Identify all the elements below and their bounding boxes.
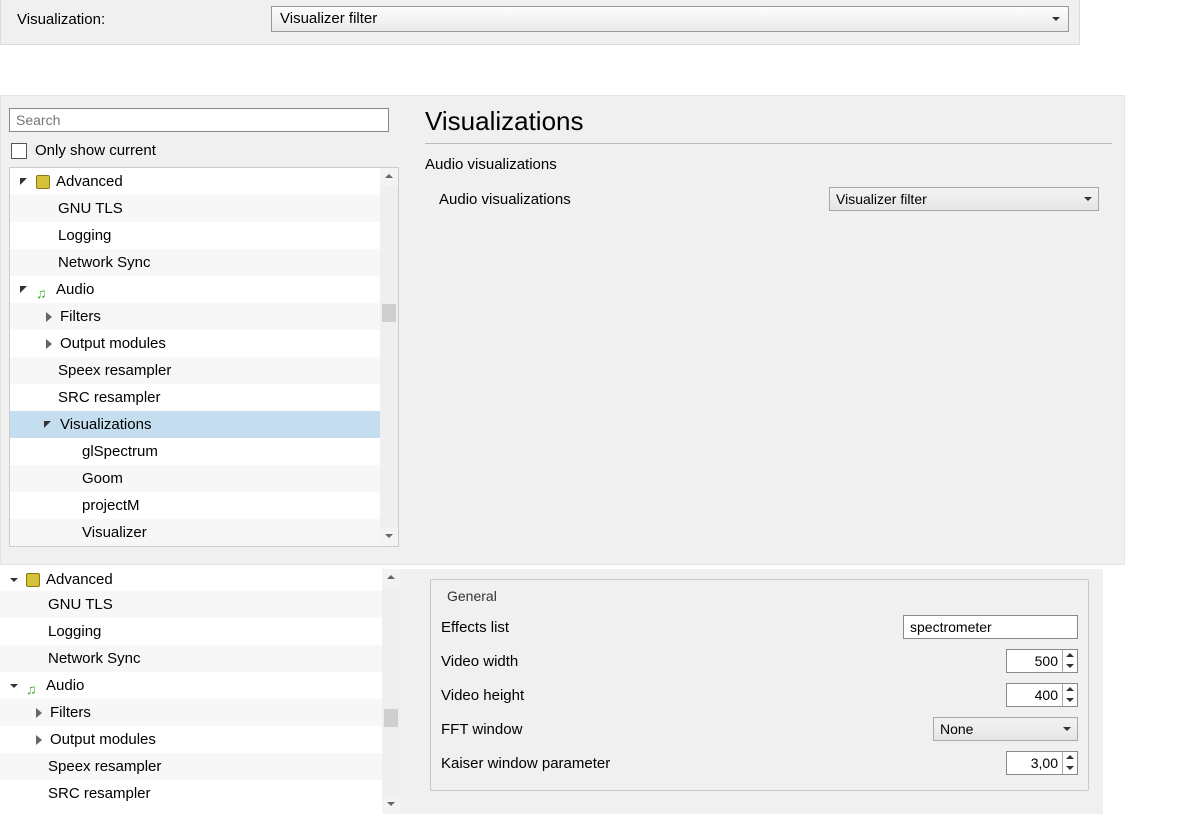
category-tree: Advanced GNU TLS Logging Network Sync Au… <box>9 167 399 547</box>
kaiser-label: Kaiser window parameter <box>441 755 1006 772</box>
tree-item-network-sync[interactable]: Network Sync <box>0 645 382 672</box>
chevron-down-icon <box>20 176 32 188</box>
chip-icon <box>36 175 50 189</box>
video-height-value: 400 <box>1007 687 1062 703</box>
bottom-tree-body[interactable]: Advanced GNU TLS Logging Network Sync Au… <box>0 569 382 814</box>
preferences-bottom: Advanced GNU TLS Logging Network Sync Au… <box>0 569 1103 814</box>
tree-item-projectm[interactable]: projectM <box>10 492 380 519</box>
tree-item-filters[interactable]: Filters <box>10 303 380 330</box>
tree-item-advanced[interactable]: Advanced <box>0 569 382 591</box>
spin-down-icon[interactable] <box>1063 695 1077 706</box>
visualization-value: Visualizer filter <box>280 10 377 27</box>
effects-list-label: Effects list <box>441 619 903 636</box>
tree-item-src[interactable]: SRC resampler <box>0 780 382 807</box>
general-fieldset: General Effects list Video width 500 Vid… <box>430 579 1089 791</box>
only-show-current-checkbox[interactable] <box>11 143 27 159</box>
divider <box>425 143 1112 144</box>
chevron-right-icon <box>44 338 56 350</box>
content-panel: Visualizations Audio visualizations Audi… <box>401 96 1124 564</box>
spin-up-icon[interactable] <box>1063 684 1077 695</box>
spin-up-icon[interactable] <box>1063 650 1077 661</box>
kaiser-value: 3,00 <box>1007 755 1062 771</box>
tree-item-src[interactable]: SRC resampler <box>10 384 380 411</box>
tree-item-audio[interactable]: Audio <box>10 276 380 303</box>
chevron-right-icon <box>44 311 56 323</box>
video-height-spinner[interactable]: 400 <box>1006 683 1078 707</box>
tree-item-output-modules[interactable]: Output modules <box>10 330 380 357</box>
section-label: Audio visualizations <box>425 156 1112 173</box>
only-show-current-label: Only show current <box>35 142 156 159</box>
tree-item-network-sync[interactable]: Network Sync <box>10 249 380 276</box>
tree-item-logging[interactable]: Logging <box>0 618 382 645</box>
scroll-down-button[interactable] <box>382 796 400 814</box>
video-width-label: Video width <box>441 653 1006 670</box>
page-title: Visualizations <box>425 106 1112 137</box>
tree-item-gnu-tls[interactable]: GNU TLS <box>0 591 382 618</box>
tree-item-filters[interactable]: Filters <box>0 699 382 726</box>
chevron-right-icon <box>34 734 46 746</box>
spin-up-icon[interactable] <box>1063 752 1077 763</box>
tree-item-goom[interactable]: Goom <box>10 465 380 492</box>
effects-list-input[interactable] <box>903 615 1078 639</box>
tree-item-speex[interactable]: Speex resampler <box>10 357 380 384</box>
tree-item-glspectrum[interactable]: glSpectrum <box>10 438 380 465</box>
tree-item-visualizer[interactable]: Visualizer <box>10 519 380 546</box>
video-height-label: Video height <box>441 687 1006 704</box>
chevron-down-icon <box>44 419 56 431</box>
chevron-down-icon <box>10 574 22 586</box>
tree-item-audio[interactable]: Audio <box>0 672 382 699</box>
general-panel: General Effects list Video width 500 Vid… <box>400 569 1103 814</box>
tree-body[interactable]: Advanced GNU TLS Logging Network Sync Au… <box>10 168 380 546</box>
chip-icon <box>26 573 40 587</box>
scroll-thumb[interactable] <box>382 304 396 322</box>
video-width-value: 500 <box>1007 653 1062 669</box>
bottom-tree-scrollbar[interactable] <box>382 569 400 814</box>
tree-item-speex[interactable]: Speex resampler <box>0 753 382 780</box>
video-width-spinner[interactable]: 500 <box>1006 649 1078 673</box>
search-input[interactable] <box>9 108 389 132</box>
music-note-icon <box>26 679 40 693</box>
bottom-tree-wrap: Advanced GNU TLS Logging Network Sync Au… <box>0 569 400 814</box>
general-legend: General <box>443 588 501 604</box>
chevron-down-icon <box>20 284 32 296</box>
fft-window-value: None <box>940 721 973 737</box>
visualization-combobox[interactable]: Visualizer filter <box>271 6 1069 32</box>
chevron-right-icon <box>34 707 46 719</box>
fft-window-label: FFT window <box>441 721 933 738</box>
scroll-up-button[interactable] <box>380 168 398 186</box>
tree-item-gnu-tls[interactable]: GNU TLS <box>10 195 380 222</box>
scroll-down-button[interactable] <box>380 528 398 546</box>
tree-item-logging[interactable]: Logging <box>10 222 380 249</box>
tree-item-advanced[interactable]: Advanced <box>10 168 380 195</box>
audio-visualizations-combobox[interactable]: Visualizer filter <box>829 187 1099 211</box>
preferences-mid: Only show current Advanced GNU TLS Loggi… <box>0 95 1125 565</box>
left-column: Only show current Advanced GNU TLS Loggi… <box>1 96 401 564</box>
scroll-up-button[interactable] <box>382 569 400 587</box>
audio-visualizations-value: Visualizer filter <box>836 191 927 207</box>
spin-down-icon[interactable] <box>1063 661 1077 672</box>
visualization-label: Visualization: <box>11 11 271 28</box>
audio-visualizations-label: Audio visualizations <box>439 191 829 208</box>
fft-window-combobox[interactable]: None <box>933 717 1078 741</box>
tree-item-output-modules[interactable]: Output modules <box>0 726 382 753</box>
music-note-icon <box>36 283 50 297</box>
tree-item-visualizations[interactable]: Visualizations <box>10 411 380 438</box>
top-panel: Visualization: Visualizer filter <box>0 0 1080 45</box>
kaiser-spinner[interactable]: 3,00 <box>1006 751 1078 775</box>
chevron-down-icon <box>10 680 22 692</box>
scroll-thumb[interactable] <box>384 709 398 727</box>
tree-scrollbar[interactable] <box>380 168 398 546</box>
spin-down-icon[interactable] <box>1063 763 1077 774</box>
